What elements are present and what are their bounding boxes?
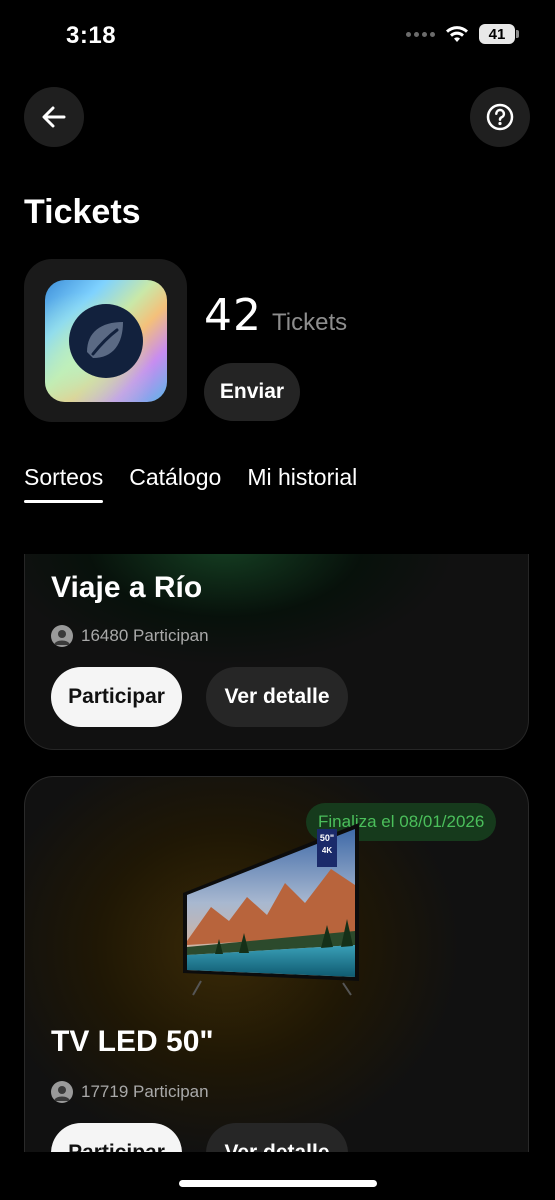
raffle-list[interactable]: Viaje a Río 16480 Participan Participar … xyxy=(0,554,555,1152)
status-icons: 41 xyxy=(406,24,519,44)
participate-button[interactable]: Participar xyxy=(51,1123,182,1152)
tv-size-label: 50" xyxy=(320,833,334,843)
participate-button[interactable]: Participar xyxy=(51,667,182,727)
back-button[interactable] xyxy=(24,87,84,147)
raffle-card[interactable]: Viaje a Río 16480 Participan Participar … xyxy=(24,554,529,750)
participants-count: 17719 Participan xyxy=(51,1081,209,1103)
status-bar: 3:18 41 xyxy=(0,0,555,76)
home-indicator[interactable] xyxy=(179,1180,377,1187)
avatar-icon xyxy=(51,625,73,647)
balance-amount: 42 xyxy=(204,290,262,341)
raffle-title: Viaje a Río xyxy=(51,571,203,604)
view-detail-button[interactable]: Ver detalle xyxy=(206,1123,348,1152)
question-circle-icon xyxy=(486,103,514,131)
help-button[interactable] xyxy=(470,87,530,147)
tab-sorteos[interactable]: Sorteos xyxy=(24,464,104,503)
view-detail-button[interactable]: Ver detalle xyxy=(206,667,348,727)
status-time: 3:18 xyxy=(66,22,117,49)
arrow-left-icon xyxy=(42,106,66,128)
leaf-logo-icon xyxy=(44,279,167,402)
raffle-actions: Participar Ver detalle xyxy=(51,667,348,727)
signal-icon xyxy=(406,31,435,37)
raffle-actions: Participar Ver detalle xyxy=(51,1123,348,1152)
battery-icon: 41 xyxy=(479,24,519,44)
participants-text: 17719 Participan xyxy=(81,1082,209,1101)
wifi-icon xyxy=(446,26,468,42)
ticket-token-tile xyxy=(24,259,187,422)
ticket-balance: 42 Tickets xyxy=(204,290,347,341)
participants-count: 16480 Participan xyxy=(51,625,209,647)
raffle-title: TV LED 50" xyxy=(51,1025,214,1058)
tv-res-label: 4K xyxy=(322,846,332,855)
tab-catalogo[interactable]: Catálogo xyxy=(129,464,221,503)
tv-product-image: 50" 4K xyxy=(183,823,359,996)
tab-historial[interactable]: Mi historial xyxy=(247,464,357,503)
avatar-icon xyxy=(51,1081,73,1103)
raffle-card[interactable]: Finaliza el 08/01/2026 50" 4K TV LED 50"… xyxy=(24,776,529,1152)
balance-unit: Tickets xyxy=(272,309,348,336)
page-title: Tickets xyxy=(24,193,141,231)
tab-bar: Sorteos Catálogo Mi historial xyxy=(24,464,357,503)
participants-text: 16480 Participan xyxy=(81,626,209,645)
send-button[interactable]: Enviar xyxy=(204,363,300,421)
